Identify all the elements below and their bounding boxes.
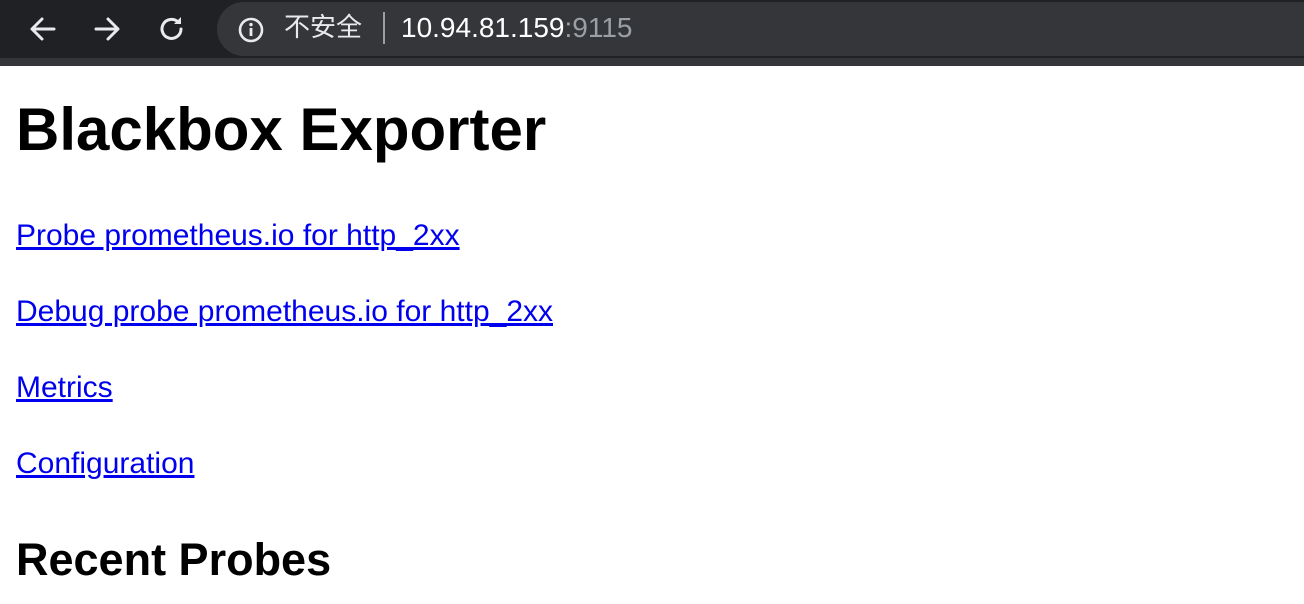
page-title: Blackbox Exporter: [16, 96, 547, 163]
reload-icon: [160, 17, 183, 40]
url-text[interactable]: 10.94.81.159:9115: [401, 11, 633, 45]
arrow-right-icon: [94, 17, 120, 41]
url-host: 10.94.81.159: [401, 12, 565, 43]
recent-probes-heading: Recent Probes: [16, 534, 332, 585]
arrow-left-icon: [30, 17, 56, 41]
reload-button[interactable]: [154, 11, 190, 47]
back-button[interactable]: [25, 11, 61, 47]
metrics-link[interactable]: Metrics: [16, 370, 113, 406]
toolbar-divider: [0, 58, 1304, 66]
debug-probe-link[interactable]: Debug probe prometheus.io for http_2xx: [16, 294, 553, 330]
url-port: :9115: [564, 12, 633, 43]
address-bar[interactable]: [217, 2, 1304, 56]
forward-button[interactable]: [89, 11, 125, 47]
probe-link[interactable]: Probe prometheus.io for http_2xx: [16, 218, 460, 254]
configuration-link[interactable]: Configuration: [16, 446, 194, 482]
info-icon[interactable]: [236, 15, 266, 45]
security-status-label[interactable]: 不安全: [284, 11, 362, 45]
address-bar-divider: [383, 12, 385, 44]
